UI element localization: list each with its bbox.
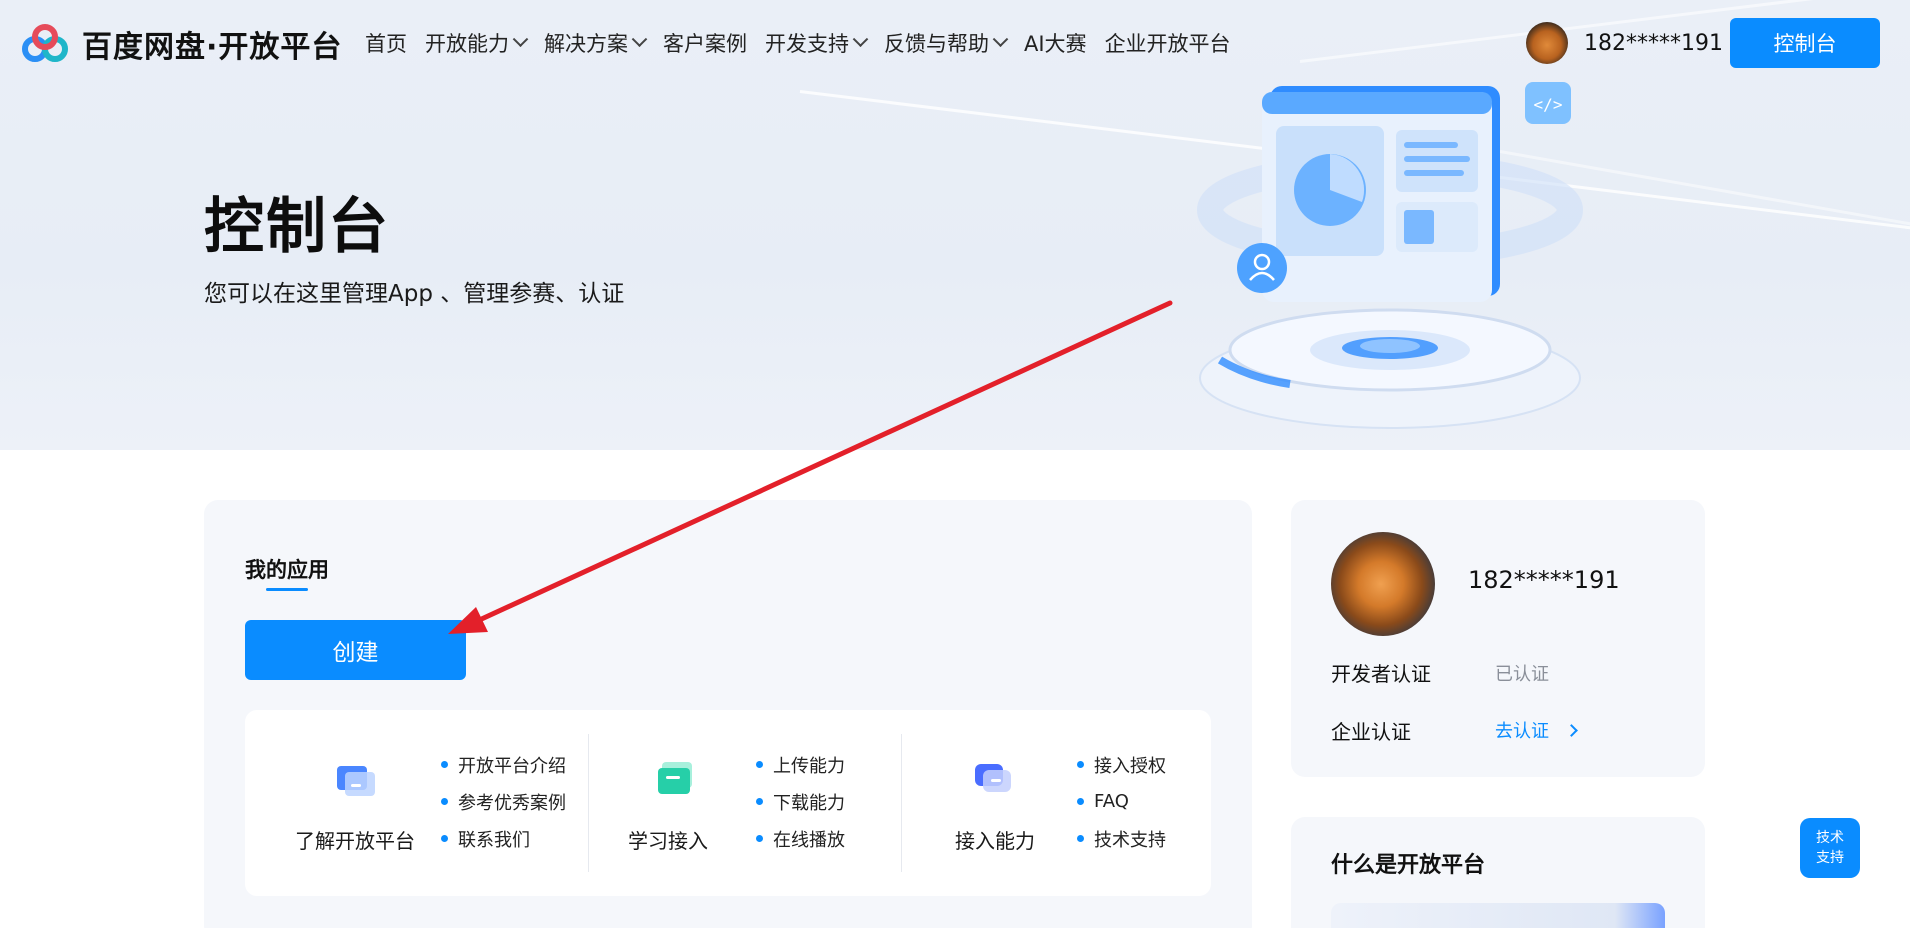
chevron-down-icon — [992, 30, 1009, 47]
quick-links-group-access: 接入能力 接入授权 FAQ 技术支持 — [901, 710, 1211, 896]
link-upload[interactable]: 上传能力 — [756, 746, 845, 783]
username[interactable]: 182*****191 — [1584, 31, 1723, 56]
link-contact-us[interactable]: 联系我们 — [441, 820, 566, 857]
nav-item-solutions[interactable]: 解决方案 — [544, 28, 648, 58]
folder-icon — [658, 762, 692, 794]
quick-links-list: 开放平台介绍 参考优秀案例 联系我们 — [441, 746, 566, 857]
what-is-platform-banner[interactable] — [1331, 903, 1665, 928]
link-download[interactable]: 下载能力 — [756, 783, 845, 820]
bullet-dot — [756, 835, 763, 842]
quick-links-group-label: 了解开放平台 — [295, 829, 415, 853]
bullet-dot — [756, 798, 763, 805]
my-apps-card: 我的应用 创建 了解开放平台 开放平台介绍 参考优秀案例 联系我们 学习接入 上… — [204, 500, 1252, 928]
nav-item-cases[interactable]: 客户案例 — [663, 28, 747, 58]
link-online-play[interactable]: 在线播放 — [756, 820, 845, 857]
chevron-down-icon — [852, 30, 869, 47]
dashboard-illustration: </> — [1197, 82, 1583, 429]
link-best-cases[interactable]: 参考优秀案例 — [441, 783, 566, 820]
page-subtitle: 您可以在这里管理App 、管理参赛、认证 — [204, 281, 625, 307]
quick-links-group-platform: 了解开放平台 开放平台介绍 参考优秀案例 联系我们 — [245, 710, 585, 896]
nav-item-enterprise[interactable]: 企业开放平台 — [1105, 28, 1231, 58]
my-apps-title: 我的应用 — [245, 558, 329, 582]
title-underline — [266, 588, 308, 591]
logo-icon — [22, 24, 72, 64]
tech-support-float-button[interactable]: 技术支持 — [1800, 818, 1860, 878]
nav-item-ai-contest[interactable]: AI大赛 — [1024, 28, 1087, 58]
chat-icon — [975, 764, 1011, 792]
user-menu[interactable]: 182*****191 — [1526, 22, 1723, 64]
logo-text: 百度网盘·开放平台 — [82, 30, 343, 65]
bullet-dot — [441, 798, 448, 805]
bullet-dot — [441, 761, 448, 768]
monitor-icon — [337, 766, 375, 796]
chevron-down-icon — [631, 30, 648, 47]
dev-cert-label: 开发者认证 — [1331, 662, 1431, 686]
link-tech-support[interactable]: 技术支持 — [1077, 820, 1166, 857]
quick-links-group-learn: 学习接入 上传能力 下载能力 在线播放 — [588, 710, 901, 896]
chevron-down-icon — [512, 30, 529, 47]
profile-card: 182*****191 开发者认证 已认证 企业认证 去认证 — [1291, 500, 1705, 777]
quick-links-panel: 了解开放平台 开放平台介绍 参考优秀案例 联系我们 学习接入 上传能力 下载能力… — [245, 710, 1211, 896]
svg-text:</>: </> — [1534, 95, 1563, 114]
link-platform-intro[interactable]: 开放平台介绍 — [441, 746, 566, 783]
link-faq[interactable]: FAQ — [1077, 783, 1166, 820]
ent-cert-label: 企业认证 — [1331, 720, 1411, 744]
bullet-dot — [441, 835, 448, 842]
page-title: 控制台 — [204, 192, 390, 262]
nav-item-dev-support[interactable]: 开发支持 — [765, 28, 869, 58]
console-button[interactable]: 控制台 — [1730, 18, 1880, 68]
avatar — [1331, 532, 1435, 636]
bullet-dot — [1077, 798, 1084, 805]
link-access-auth[interactable]: 接入授权 — [1077, 746, 1166, 783]
nav-item-home[interactable]: 首页 — [365, 28, 407, 58]
quick-links-group-label: 学习接入 — [628, 829, 708, 853]
quick-links-list: 接入授权 FAQ 技术支持 — [1077, 746, 1166, 857]
chevron-right-icon — [1565, 723, 1578, 737]
bullet-dot — [1077, 761, 1084, 768]
site-logo[interactable]: 百度网盘·开放平台 — [22, 22, 342, 66]
top-navbar: 百度网盘·开放平台 首页 开放能力 解决方案 客户案例 开发支持 反馈与帮助 A… — [0, 0, 1910, 86]
create-app-button[interactable]: 创建 — [245, 620, 466, 680]
quick-links-group-label: 接入能力 — [955, 829, 1035, 853]
bullet-dot — [1077, 835, 1084, 842]
nav-item-feedback[interactable]: 反馈与帮助 — [884, 28, 1009, 58]
nav-item-capabilities[interactable]: 开放能力 — [425, 28, 529, 58]
main-menu: 首页 开放能力 解决方案 客户案例 开发支持 反馈与帮助 AI大赛 企业开放平台 — [365, 28, 1249, 58]
avatar[interactable] — [1526, 22, 1568, 64]
profile-username: 182*****191 — [1468, 566, 1620, 594]
dev-cert-status: 已认证 — [1495, 664, 1549, 685]
bullet-dot — [756, 761, 763, 768]
what-is-platform-card: 什么是开放平台 — [1291, 817, 1705, 928]
what-is-platform-title: 什么是开放平台 — [1331, 853, 1486, 878]
quick-links-list: 上传能力 下载能力 在线播放 — [756, 746, 845, 857]
ent-cert-link[interactable]: 去认证 — [1495, 717, 1578, 743]
